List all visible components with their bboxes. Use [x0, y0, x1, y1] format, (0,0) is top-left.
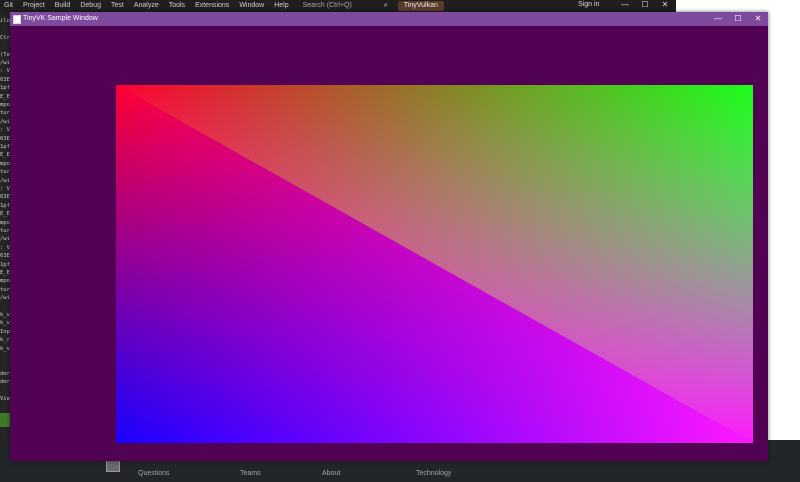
- sign-in-link[interactable]: Sign in: [578, 0, 599, 10]
- ide-output-line: 63E: [0, 135, 10, 142]
- window-title: TinyVK Sample Window: [23, 15, 98, 22]
- ide-output-line: tur: [0, 228, 10, 234]
- menu-project[interactable]: Project: [23, 0, 45, 12]
- ide-output-line: : V: [0, 186, 10, 192]
- ide-output-line: /wi: [0, 295, 10, 302]
- ide-output-line: 63E: [0, 253, 10, 260]
- menu-window[interactable]: Window: [239, 0, 264, 12]
- footer-link-teams[interactable]: Teams: [240, 470, 261, 477]
- tinyvk-window[interactable]: TinyVK Sample Window — ☐ ✕: [10, 12, 768, 461]
- ide-status-stripe: [0, 413, 10, 427]
- ide-minimize-icon[interactable]: —: [618, 0, 632, 10]
- ide-output-line: der: [0, 370, 10, 377]
- footer-link-about[interactable]: About: [322, 470, 340, 477]
- close-icon[interactable]: ✕: [748, 12, 768, 26]
- search-icon[interactable]: ⌕: [384, 2, 388, 10]
- ide-output-line: mpo: [0, 278, 10, 285]
- menu-help[interactable]: Help: [274, 0, 288, 12]
- ide-output-line: /wi: [0, 60, 10, 66]
- ide-output-line: tur: [0, 110, 10, 117]
- footer-link-technology[interactable]: Technology: [416, 470, 451, 477]
- ide-output-line: /wi: [0, 236, 10, 243]
- ide-output-line: mpo: [0, 160, 10, 167]
- ide-output-line: 63E: [0, 76, 10, 83]
- ide-output-line: E_E: [0, 93, 10, 100]
- ide-close-icon[interactable]: ✕: [658, 0, 672, 10]
- ide-output-line: : V: [0, 244, 10, 251]
- menu-analyze[interactable]: Analyze: [134, 0, 159, 12]
- ide-output-line: /wi: [0, 177, 10, 184]
- menu-tools[interactable]: Tools: [169, 0, 185, 12]
- menu-extensions[interactable]: Extensions: [195, 0, 229, 12]
- ide-output-line: tur: [0, 169, 10, 176]
- ide-output-line: mpo: [0, 219, 10, 226]
- ide-maximize-icon[interactable]: ☐: [638, 0, 652, 10]
- ide-project-badge: TinyVulkan: [397, 1, 444, 11]
- menu-test[interactable]: Test: [111, 0, 124, 12]
- ide-output-line: 1pf: [0, 261, 10, 268]
- ide-output-gutter: ilo Ctrl (Te/wi: V 63E 1pf E_E mpo tur/wi: V 63E…: [0, 12, 13, 440]
- ide-output-line: E_E: [0, 152, 10, 159]
- window-titlebar[interactable]: TinyVK Sample Window — ☐ ✕: [10, 12, 768, 26]
- ide-search-input[interactable]: Search (Ctrl+Q): [303, 0, 352, 12]
- ide-output-line: 63E: [0, 194, 10, 201]
- ide-output-line: : V: [0, 127, 10, 134]
- ide-output-line: k_v: [0, 320, 10, 327]
- ide-output-line: tur: [0, 286, 10, 293]
- ide-menubar: Git Project Build Debug Test Analyze Too…: [0, 0, 676, 12]
- menu-git[interactable]: Git: [4, 0, 13, 12]
- ide-output-line: Inp: [0, 328, 10, 335]
- ide-output-line: mpo: [0, 102, 10, 108]
- ide-output-line: E_E: [0, 211, 10, 218]
- ide-output-line: E_E: [0, 270, 10, 276]
- maximize-icon[interactable]: ☐: [728, 12, 748, 26]
- app-icon: [13, 15, 21, 24]
- menu-build[interactable]: Build: [55, 0, 71, 12]
- ide-output-line: ilo: [0, 18, 10, 24]
- ide-output-line: 1pf: [0, 85, 10, 92]
- ide-output-line: der: [0, 379, 10, 386]
- ide-output-line: k_v: [0, 345, 10, 352]
- ide-output-line: 1pf: [0, 202, 10, 209]
- ide-output-line: (Te: [0, 51, 10, 58]
- ide-output-line: : V: [0, 68, 10, 75]
- render-viewport: [116, 85, 753, 443]
- footer-link-questions[interactable]: Questions: [138, 470, 170, 477]
- gradient-triangle-lower: [116, 85, 753, 443]
- ide-output-line: /wi: [0, 118, 10, 125]
- ide-output-line: 1pf: [0, 144, 10, 150]
- ide-output-line: k_r: [0, 337, 10, 344]
- menu-debug[interactable]: Debug: [80, 0, 101, 12]
- ide-output-line: k_v: [0, 312, 10, 318]
- minimize-icon[interactable]: —: [708, 12, 728, 26]
